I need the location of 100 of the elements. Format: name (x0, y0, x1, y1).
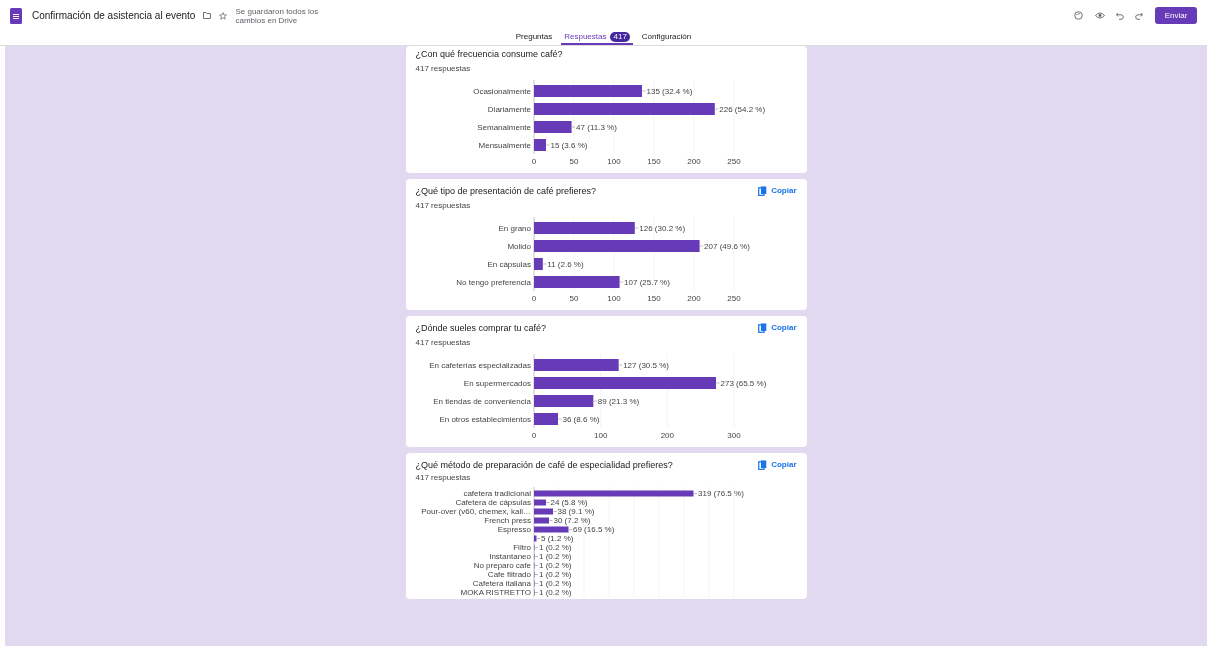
category-label: No tengo preferencia (455, 277, 531, 287)
axis-tick-label: 0 (531, 294, 536, 303)
value-label: 127 (30.5 %) (622, 360, 669, 370)
axis-tick-label: 150 (646, 157, 661, 166)
category-label: En cápsulas (486, 259, 531, 269)
response-badge: 417 (610, 32, 630, 42)
value-label: 273 (65.5 %) (720, 378, 766, 388)
value-label: 69 (16.5 %) (572, 525, 614, 535)
axis-tick-label: 50 (569, 294, 578, 303)
value-label: 89 (21.3 %) (597, 396, 639, 406)
axis-tick-label: 250 (726, 294, 741, 303)
category-label: Instantaneo (488, 552, 531, 562)
redo-icon[interactable] (1135, 11, 1143, 20)
value-label: 36 (8.6 %) (562, 414, 599, 424)
leader-line (618, 364, 622, 366)
category-label: En supermercados (463, 378, 531, 388)
value-label: 1 (0.2 %) (538, 552, 571, 562)
copy-icon (758, 186, 768, 196)
category-label: Cafetera de cápsulas (454, 498, 531, 508)
response-count: 417 respuestas (415, 338, 472, 348)
question-title: ¿Con qué frecuencia consume café? (415, 49, 563, 60)
leader-line (699, 245, 703, 247)
question-title: ¿Qué método de preparación de café de especialidad prefieres? (415, 460, 673, 471)
folder-icon[interactable] (203, 12, 212, 19)
category-label: French press (483, 516, 531, 526)
leader-line (545, 502, 550, 503)
category-label: Ocasionalmente (472, 86, 531, 96)
leader-line (568, 529, 572, 530)
category-label: Molido (506, 241, 531, 251)
bar (533, 121, 572, 133)
copy-icon (758, 460, 768, 470)
category-label: No preparo cafe (473, 561, 531, 571)
value-label: 226 (54.2 %) (718, 104, 765, 114)
response-count: 417 respuestas (415, 201, 472, 211)
undo-icon[interactable] (1116, 11, 1124, 20)
leader-line (693, 493, 697, 494)
category-label: MOKA RISTRETTO (459, 588, 531, 597)
category-label: Espresso (497, 525, 531, 535)
category-label: Filtro (512, 543, 531, 553)
value-label: 38 (9.1 %) (557, 507, 594, 517)
value-label: 207 (49.6 %) (703, 241, 750, 251)
value-label: 24 (5.8 %) (550, 498, 587, 508)
axis-tick-label: 100 (606, 294, 621, 303)
response-count: 417 respuestas (415, 64, 472, 74)
leader-line (534, 547, 538, 548)
leader-line (534, 583, 538, 584)
axis-tick-label: 200 (686, 157, 701, 166)
leader-line (536, 538, 540, 539)
axis-tick-label: 100 (606, 157, 621, 166)
leader-line (552, 511, 557, 512)
axis-tick-label: 250 (726, 157, 741, 166)
question-title: ¿Dónde sueles comprar tu café? (415, 323, 547, 334)
value-label: 107 (25.7 %) (623, 277, 670, 287)
response-count: 417 respuestas (415, 473, 472, 483)
value-label: 15 (3.6 %) (550, 140, 587, 150)
category-label: Cafetera italiana (472, 579, 531, 589)
copy-icon (758, 323, 768, 333)
category-label: En cafeterías especializadas (428, 360, 531, 370)
send-button[interactable]: Enviar (1155, 7, 1197, 24)
value-label: 5 (1.2 %) (540, 534, 573, 544)
value-label: 30 (7.2 %) (553, 516, 590, 526)
axis-tick-label: 300 (726, 431, 741, 440)
axis-tick-label: 50 (569, 157, 578, 166)
bar (533, 413, 558, 425)
value-label: 47 (11.3 %) (575, 122, 617, 132)
axis-tick-label: 200 (686, 294, 701, 303)
star-icon[interactable] (219, 11, 228, 20)
value-label: 319 (76.5 %) (697, 489, 744, 499)
value-label: 11 (2.6 %) (546, 259, 584, 269)
axis-tick-label: 200 (660, 431, 674, 440)
question-title: ¿Qué tipo de presentación de café prefieres? (415, 186, 597, 197)
leader-line (534, 565, 538, 566)
value-label: 1 (0.2 %) (538, 588, 571, 597)
bar (533, 526, 568, 533)
leader-line (534, 574, 538, 575)
axis-tick-label: 0 (531, 431, 536, 440)
leader-line (593, 400, 597, 402)
value-label: 1 (0.2 %) (538, 543, 571, 553)
palette-icon[interactable] (1074, 11, 1083, 20)
leader-line (571, 126, 575, 128)
leader-line (619, 281, 623, 283)
bar (533, 517, 549, 524)
bar (533, 535, 536, 542)
value-label: 1 (0.2 %) (538, 561, 571, 571)
form-title[interactable]: Confirmación de asistencia al evento (32, 8, 196, 23)
eye-icon[interactable] (1095, 12, 1105, 19)
category-label: Diariamente (487, 104, 531, 114)
save-status: Se guardaron todos los cambios en Drive (235, 6, 320, 25)
copy-button[interactable]: Copiar (758, 323, 797, 333)
tab[interactable]: Configuración (638, 31, 695, 45)
copy-button[interactable]: Copiar (758, 460, 797, 470)
tab[interactable]: Preguntas (512, 31, 556, 45)
category-label: Cafe filtrado (487, 570, 531, 580)
category-label: Pour-over (v60, chemex, kali… (420, 507, 531, 517)
axis-tick-label: 100 (593, 431, 607, 440)
category-label: En otros establecimientos (438, 414, 531, 424)
copy-button[interactable]: Copiar (758, 186, 797, 196)
bar (533, 395, 593, 407)
category-label: En tiendas de conveniencia (432, 396, 531, 406)
leader-line (534, 556, 538, 557)
